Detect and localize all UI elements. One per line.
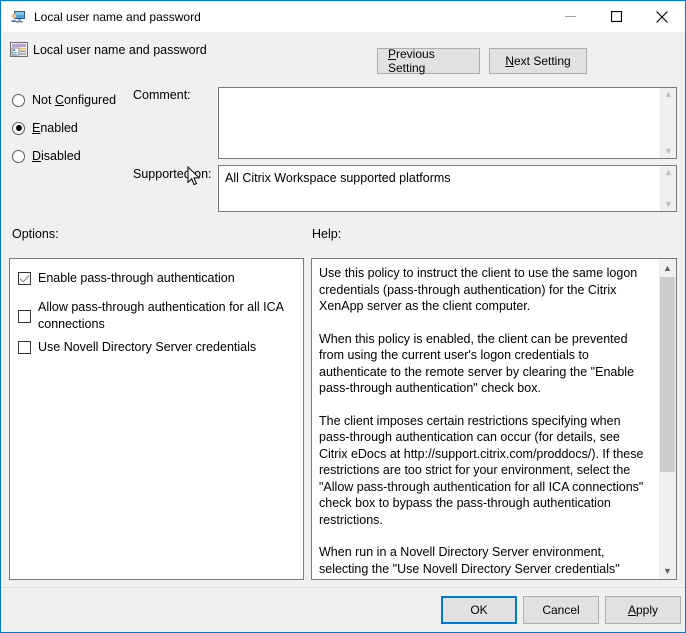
next-setting-button[interactable]: Next Setting (489, 48, 587, 74)
chevron-up-icon[interactable]: ▲ (659, 259, 676, 276)
checkbox-allow-all-ica-indicator (18, 310, 31, 323)
help-scrollbar-thumb[interactable] (660, 277, 675, 472)
help-scrollbar[interactable]: ▲ ▼ (659, 259, 676, 579)
checkbox-enable-pass-through-indicator (18, 272, 31, 285)
comment-label: Comment: (133, 88, 191, 102)
checkbox-allow-all-ica[interactable]: Allow pass-through authentication for al… (18, 299, 296, 333)
apply-button[interactable]: Apply (605, 596, 681, 624)
comment-field[interactable]: ▲ ▼ (218, 87, 677, 159)
help-caption: Help: (312, 227, 341, 241)
checkbox-allow-all-ica-label: Allow pass-through authentication for al… (38, 299, 296, 333)
maximize-icon (611, 11, 622, 22)
chevron-up-icon: ▲ (664, 168, 673, 177)
radio-enabled-indicator (12, 122, 25, 135)
ok-button[interactable]: OK (441, 596, 517, 624)
minimize-button[interactable] (547, 2, 593, 32)
policy-setting-icon (10, 41, 28, 59)
supported-on-field[interactable]: All Citrix Workspace supported platforms… (218, 165, 677, 212)
comment-scrollbar[interactable]: ▲ ▼ (660, 88, 676, 158)
radio-disabled[interactable]: Disabled (12, 147, 81, 165)
help-paragraph: The client imposes certain restrictions … (319, 413, 651, 529)
supported-on-label: Supported on: (133, 167, 212, 181)
close-icon (656, 11, 668, 23)
radio-disabled-label: Disabled (32, 149, 81, 163)
apply-accel: A (628, 603, 636, 617)
help-pane: Use this policy to instruct the client t… (311, 258, 677, 580)
setting-header: Local user name and password Previous Se… (2, 32, 685, 79)
help-paragraph: When this policy is enabled, the client … (319, 331, 651, 397)
minimize-icon (565, 11, 576, 22)
supported-on-value: All Citrix Workspace supported platforms (219, 166, 660, 211)
checkbox-novell-nds-label: Use Novell Directory Server credentials (38, 339, 256, 356)
checkbox-novell-nds[interactable]: Use Novell Directory Server credentials (18, 339, 296, 356)
options-pane: Enable pass-through authentication Allow… (9, 258, 304, 580)
chevron-down-icon: ▼ (664, 200, 673, 209)
window-title: Local user name and password (34, 9, 547, 25)
previous-setting-accel: P (388, 47, 396, 61)
cancel-button[interactable]: Cancel (523, 596, 599, 624)
radio-not-configured-label: Not Configured (32, 93, 116, 107)
maximize-button[interactable] (593, 2, 639, 32)
radio-disabled-indicator (12, 150, 25, 163)
close-button[interactable] (639, 2, 685, 32)
checkbox-enable-pass-through[interactable]: Enable pass-through authentication (18, 270, 296, 287)
title-bar: Local user name and password (1, 1, 685, 32)
radio-not-configured[interactable]: Not Configured (12, 91, 116, 109)
help-paragraph: Use this policy to instruct the client t… (319, 265, 651, 315)
next-setting-label: ext Setting (514, 54, 571, 68)
next-setting-accel: N (505, 54, 514, 68)
chevron-down-icon[interactable]: ▼ (659, 562, 676, 579)
monitor-user-icon (10, 9, 26, 25)
radio-enabled-label: Enabled (32, 121, 78, 135)
radio-enabled[interactable]: Enabled (12, 119, 78, 137)
supported-on-scrollbar[interactable]: ▲ ▼ (660, 166, 676, 211)
chevron-up-icon: ▲ (664, 90, 673, 99)
help-text: Use this policy to instruct the client t… (312, 259, 659, 579)
policy-setting-dialog: Local user name and password (0, 0, 686, 633)
chevron-down-icon: ▼ (664, 147, 673, 156)
checkbox-enable-pass-through-label: Enable pass-through authentication (38, 270, 235, 287)
policy-name: Local user name and password (33, 43, 207, 57)
dialog-footer: OK Cancel Apply (2, 587, 685, 633)
previous-setting-button[interactable]: Previous Setting (377, 48, 480, 74)
checkbox-novell-nds-indicator (18, 341, 31, 354)
help-paragraph: When run in a Novell Directory Server en… (319, 544, 651, 579)
radio-not-configured-indicator (12, 94, 25, 107)
apply-label: pply (636, 603, 658, 617)
comment-input[interactable] (219, 88, 660, 158)
options-caption: Options: (12, 227, 59, 241)
